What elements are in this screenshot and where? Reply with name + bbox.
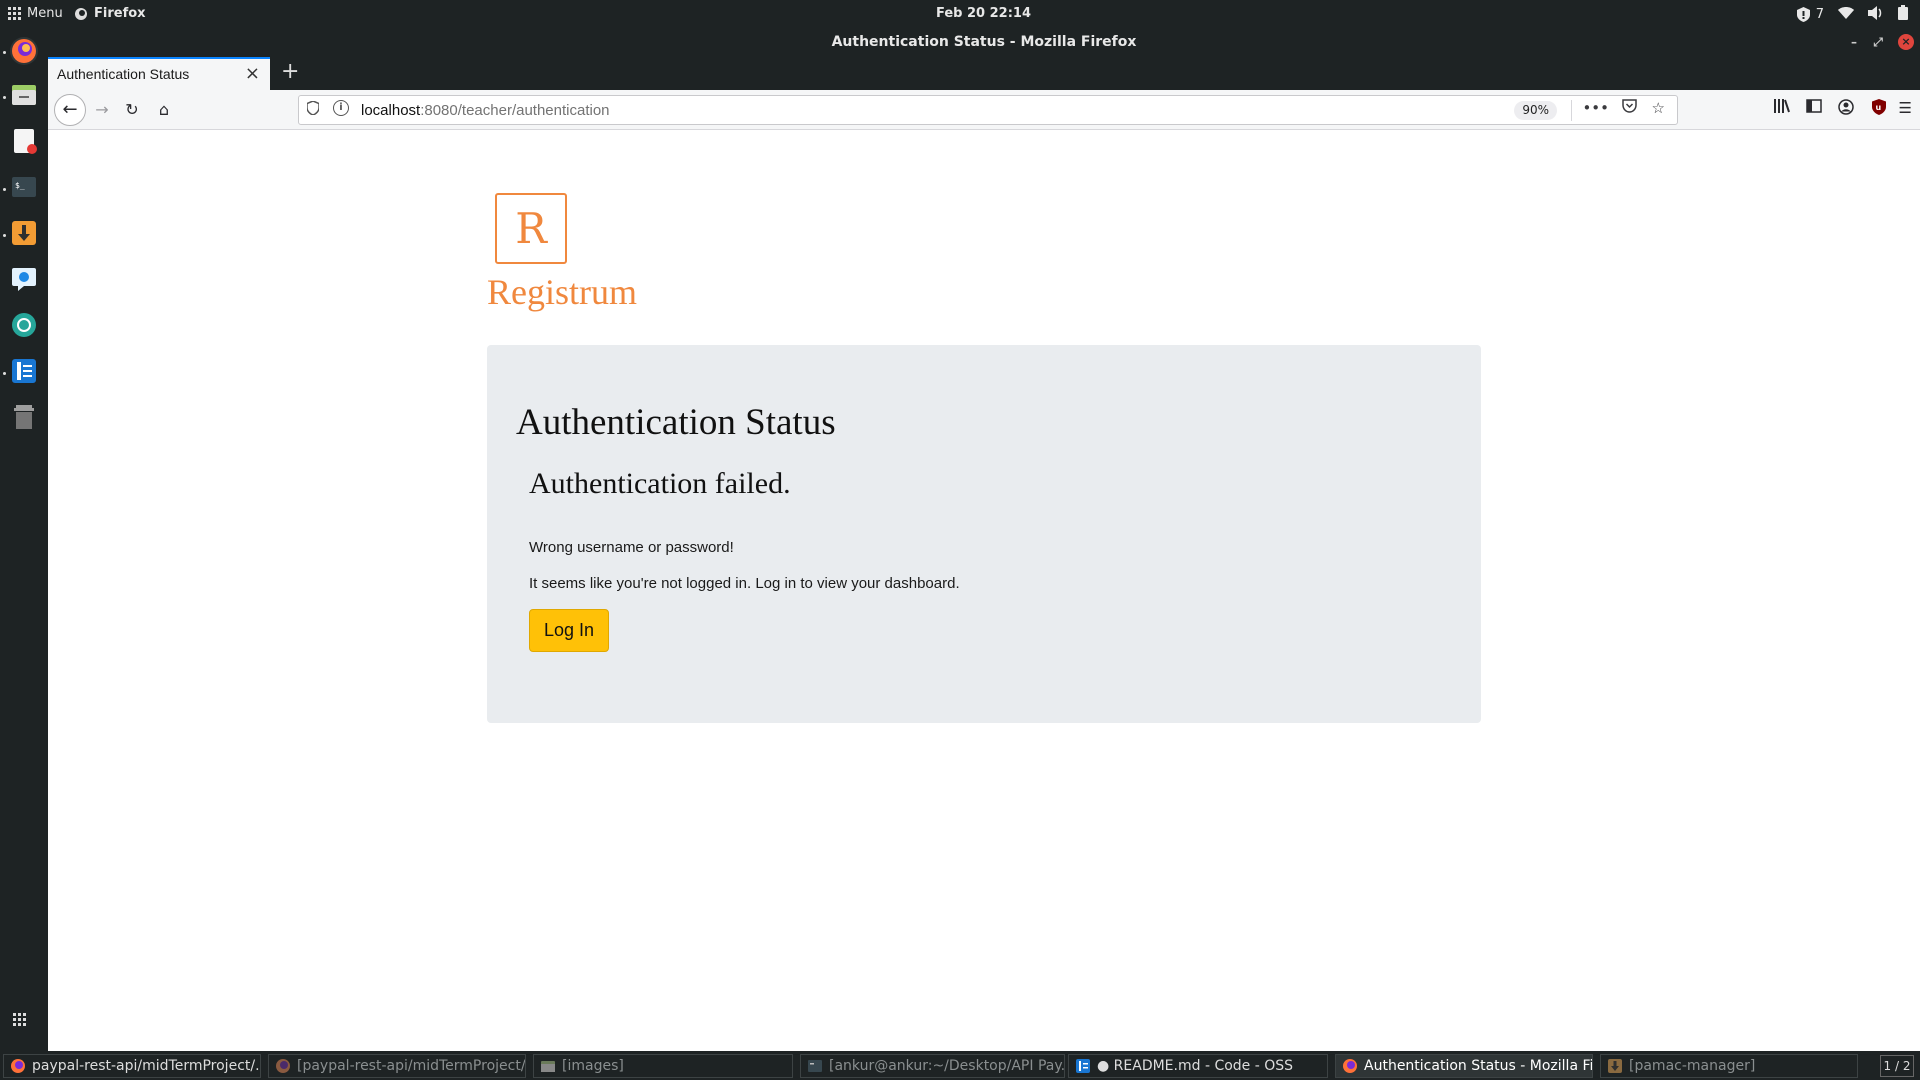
taskbar-item-label: Authentication Status - Mozilla Fi... [1364, 1058, 1593, 1074]
pocket-icon[interactable] [1622, 99, 1637, 117]
dock-code-icon[interactable] [10, 357, 38, 385]
minimize-icon[interactable]: – [1846, 34, 1862, 50]
tab-authentication-status[interactable]: Authentication Status × [48, 57, 270, 90]
taskbar-item-label: paypal-rest-api/midTermProject/... [32, 1058, 261, 1074]
page-content: R Registrum Authentication Status Authen… [48, 131, 1920, 1051]
dock-terminal-icon[interactable]: $_ [10, 173, 38, 201]
running-indicator [3, 51, 6, 54]
tab-strip: Authentication Status × + [48, 57, 1920, 90]
running-indicator [3, 234, 6, 237]
dock-pamac-icon[interactable] [10, 219, 38, 247]
library-icon[interactable] [1774, 99, 1790, 117]
running-indicator [3, 372, 6, 375]
dock-trash-icon[interactable] [10, 403, 38, 431]
url-bar[interactable]: i localhost:8080/teacher/authentication … [298, 95, 1678, 125]
running-indicator [3, 188, 6, 191]
taskbar-item[interactable]: [paypal-rest-api/midTermProject/... [268, 1054, 526, 1078]
window-titlebar[interactable]: Authentication Status - Mozilla Firefox … [48, 29, 1920, 57]
code-icon [1076, 1059, 1090, 1073]
zoom-indicator[interactable]: 90% [1514, 101, 1557, 120]
bookmark-star-icon[interactable]: ☆ [1652, 99, 1665, 117]
svg-text:$_: $_ [15, 181, 25, 190]
maximize-icon[interactable]: ⤢ [1870, 34, 1886, 50]
running-indicator [3, 96, 6, 99]
firefox-icon [1343, 1059, 1357, 1073]
taskbar-item-label: ● README.md - Code - OSS [1097, 1058, 1294, 1074]
new-tab-icon[interactable]: + [281, 59, 299, 84]
folder-icon [541, 1061, 555, 1072]
info-message: It seems like you're not logged in. Log … [529, 575, 960, 592]
system-tray: 7 [1796, 5, 1908, 24]
top-panel: Menu Firefox Feb 20 22:14 7 [0, 0, 1920, 29]
download-icon [1608, 1059, 1622, 1073]
taskbar: paypal-rest-api/midTermProject/... [payp… [0, 1051, 1920, 1080]
dock-text-editor-icon[interactable] [10, 127, 38, 155]
sidebar-icon[interactable] [1806, 99, 1822, 117]
logo-text[interactable]: Registrum [487, 271, 637, 313]
taskbar-item-label: [paypal-rest-api/midTermProject/... [297, 1058, 526, 1074]
account-icon[interactable] [1838, 99, 1854, 119]
workspace-pager[interactable]: 1 / 2 [1880, 1055, 1914, 1077]
navigation-toolbar: ← → ↻ ⌂ i localhost:8080/teacher/authent… [48, 90, 1920, 130]
ublock-icon[interactable]: u [1872, 99, 1886, 119]
page-title: Authentication Status [516, 402, 836, 443]
reload-button[interactable]: ↻ [120, 98, 144, 122]
hamburger-menu-icon[interactable]: ☰ [1899, 99, 1912, 117]
urlbar-separator [1571, 100, 1572, 121]
taskbar-item[interactable]: [ankur@ankur:~/Desktop/API Pay... [800, 1054, 1065, 1078]
tab-label: Authentication Status [57, 66, 190, 82]
dock-screenshot-icon[interactable] [10, 311, 38, 339]
tracking-protection-icon[interactable] [306, 100, 320, 119]
dock-firefox-icon[interactable] [10, 37, 38, 65]
back-button[interactable]: ← [54, 94, 86, 126]
login-button[interactable]: Log In [529, 609, 609, 652]
error-message: Wrong username or password! [529, 539, 734, 556]
firefox-icon [11, 1059, 25, 1073]
close-tab-icon[interactable]: × [245, 63, 260, 84]
taskbar-item-label: [ankur@ankur:~/Desktop/API Pay... [829, 1058, 1065, 1074]
clock[interactable]: Feb 20 22:14 [0, 6, 1920, 21]
dock: $_ [0, 29, 48, 1051]
status-card: Authentication Status Authentication fai… [487, 345, 1481, 723]
svg-text:u: u [1876, 103, 1882, 112]
site-info-icon[interactable]: i [333, 100, 349, 116]
volume-icon[interactable] [1868, 5, 1884, 24]
page-actions-icon[interactable]: ••• [1582, 99, 1609, 117]
dock-chat-icon[interactable] [10, 265, 38, 293]
status-heading: Authentication failed. [529, 467, 791, 500]
battery-icon[interactable] [1898, 5, 1908, 24]
forward-button[interactable]: → [90, 98, 114, 122]
wifi-icon[interactable] [1838, 6, 1854, 23]
taskbar-item-active[interactable]: Authentication Status - Mozilla Fi... [1335, 1054, 1593, 1078]
taskbar-item-label: [images] [562, 1058, 624, 1074]
url-path: :8080/teacher/authentication [420, 102, 610, 119]
taskbar-item[interactable]: [pamac-manager] [1600, 1054, 1858, 1078]
taskbar-item[interactable]: paypal-rest-api/midTermProject/... [3, 1054, 261, 1078]
terminal-icon [808, 1060, 822, 1072]
show-apps-icon[interactable] [13, 1013, 26, 1026]
logo-mark[interactable]: R [495, 193, 567, 264]
close-window-icon[interactable]: × [1898, 34, 1914, 50]
home-button[interactable]: ⌂ [152, 98, 176, 122]
update-shield-icon[interactable]: 7 [1796, 7, 1824, 22]
window-title: Authentication Status - Mozilla Firefox [831, 34, 1137, 50]
url-text[interactable]: localhost:8080/teacher/authentication [361, 102, 610, 119]
taskbar-item[interactable]: ● README.md - Code - OSS [1068, 1054, 1328, 1078]
taskbar-item-label: [pamac-manager] [1629, 1058, 1756, 1074]
firefox-icon [276, 1059, 290, 1073]
dock-files-icon[interactable] [10, 81, 38, 109]
url-host: localhost [361, 102, 421, 119]
update-count: 7 [1815, 7, 1824, 22]
taskbar-item[interactable]: [images] [533, 1054, 793, 1078]
